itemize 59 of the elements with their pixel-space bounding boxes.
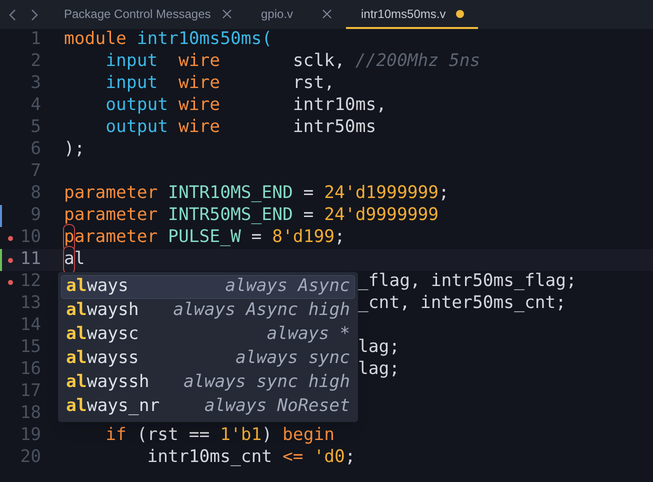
code-line: lag; <box>358 336 400 360</box>
completion-item[interactable]: alwaysc always * <box>61 323 355 347</box>
line-number: 7 <box>30 160 41 184</box>
code-line: if (rst == 1'b1) begin <box>104 424 335 448</box>
line-number: 1 <box>30 29 41 52</box>
code-line: ); <box>64 138 85 162</box>
completion-detail: always Async high <box>173 299 350 322</box>
line-number: 5 <box>30 116 41 140</box>
line-number: 17 <box>19 380 41 404</box>
code-line: output wire intr50ms <box>104 116 376 140</box>
line-number: 9 <box>30 204 41 228</box>
line-number: 14 <box>19 314 41 338</box>
code-line: intr10ms_cnt <= 'd0; <box>146 446 356 470</box>
line-number: 16 <box>19 358 41 382</box>
code-line: module intr10ms50ms( <box>64 29 272 52</box>
line-number: 10 <box>19 226 41 250</box>
code-line: parameter INTR10MS_END = 24'd1999999; <box>64 182 449 206</box>
editor-tab[interactable]: intr10ms50ms.v <box>346 0 478 29</box>
code-line: input wire sclk, //200Mhz 5ns <box>104 50 480 74</box>
completion-item[interactable]: alwaysh always Async high <box>61 299 355 323</box>
line-number: 8 <box>30 182 41 206</box>
code-line: _flag, intr50ms_flag; <box>358 270 576 294</box>
completion-label: alwayss <box>66 347 139 370</box>
line-number: 11 <box>19 248 41 272</box>
line-number: 12 <box>19 270 41 294</box>
line-number: 15 <box>19 336 41 360</box>
line-number: 6 <box>30 138 41 162</box>
line-number: 13 <box>19 292 41 316</box>
completion-label: alwaysh <box>66 299 139 322</box>
code-line: output wire intr10ms, <box>104 94 387 118</box>
completion-label: always <box>66 275 128 298</box>
completion-detail: always Async <box>225 275 350 298</box>
line-number: 4 <box>30 94 41 118</box>
completion-detail: always sync <box>236 347 350 370</box>
completion-item[interactable]: always_nr always NoReset <box>61 395 355 419</box>
close-icon[interactable] <box>222 8 232 18</box>
completion-detail: always * <box>266 323 350 346</box>
close-icon[interactable] <box>322 8 332 18</box>
completion-detail: always NoReset <box>204 395 350 418</box>
line-number: 20 <box>19 446 41 470</box>
completion-label: always_nr <box>66 395 160 418</box>
line-number: 2 <box>30 50 41 74</box>
completion-item[interactable]: always always Async <box>61 275 355 299</box>
code-line: parameter INTR50MS_END = 24'd9999999 <box>64 204 439 228</box>
editor-tab[interactable]: Package Control Messages <box>64 0 246 29</box>
code-line: input wire rst, <box>104 72 335 96</box>
back-icon[interactable] <box>9 8 17 20</box>
completion-item[interactable]: alwayss always sync <box>61 347 355 371</box>
completion-item[interactable]: alwayssh always sync high <box>61 371 355 395</box>
completion-label: alwayssh <box>66 371 150 394</box>
line-number: 3 <box>30 72 41 96</box>
completion-detail: always sync high <box>184 371 350 394</box>
completion-label: alwaysc <box>66 323 139 346</box>
code-line: lag; <box>358 358 400 382</box>
line-number: 19 <box>19 424 41 448</box>
line-number: 18 <box>19 402 41 426</box>
code-line: _cnt, inter50ms_cnt; <box>358 292 566 316</box>
forward-icon[interactable] <box>30 8 38 20</box>
editor-tab[interactable]: gpio.v <box>246 0 346 29</box>
